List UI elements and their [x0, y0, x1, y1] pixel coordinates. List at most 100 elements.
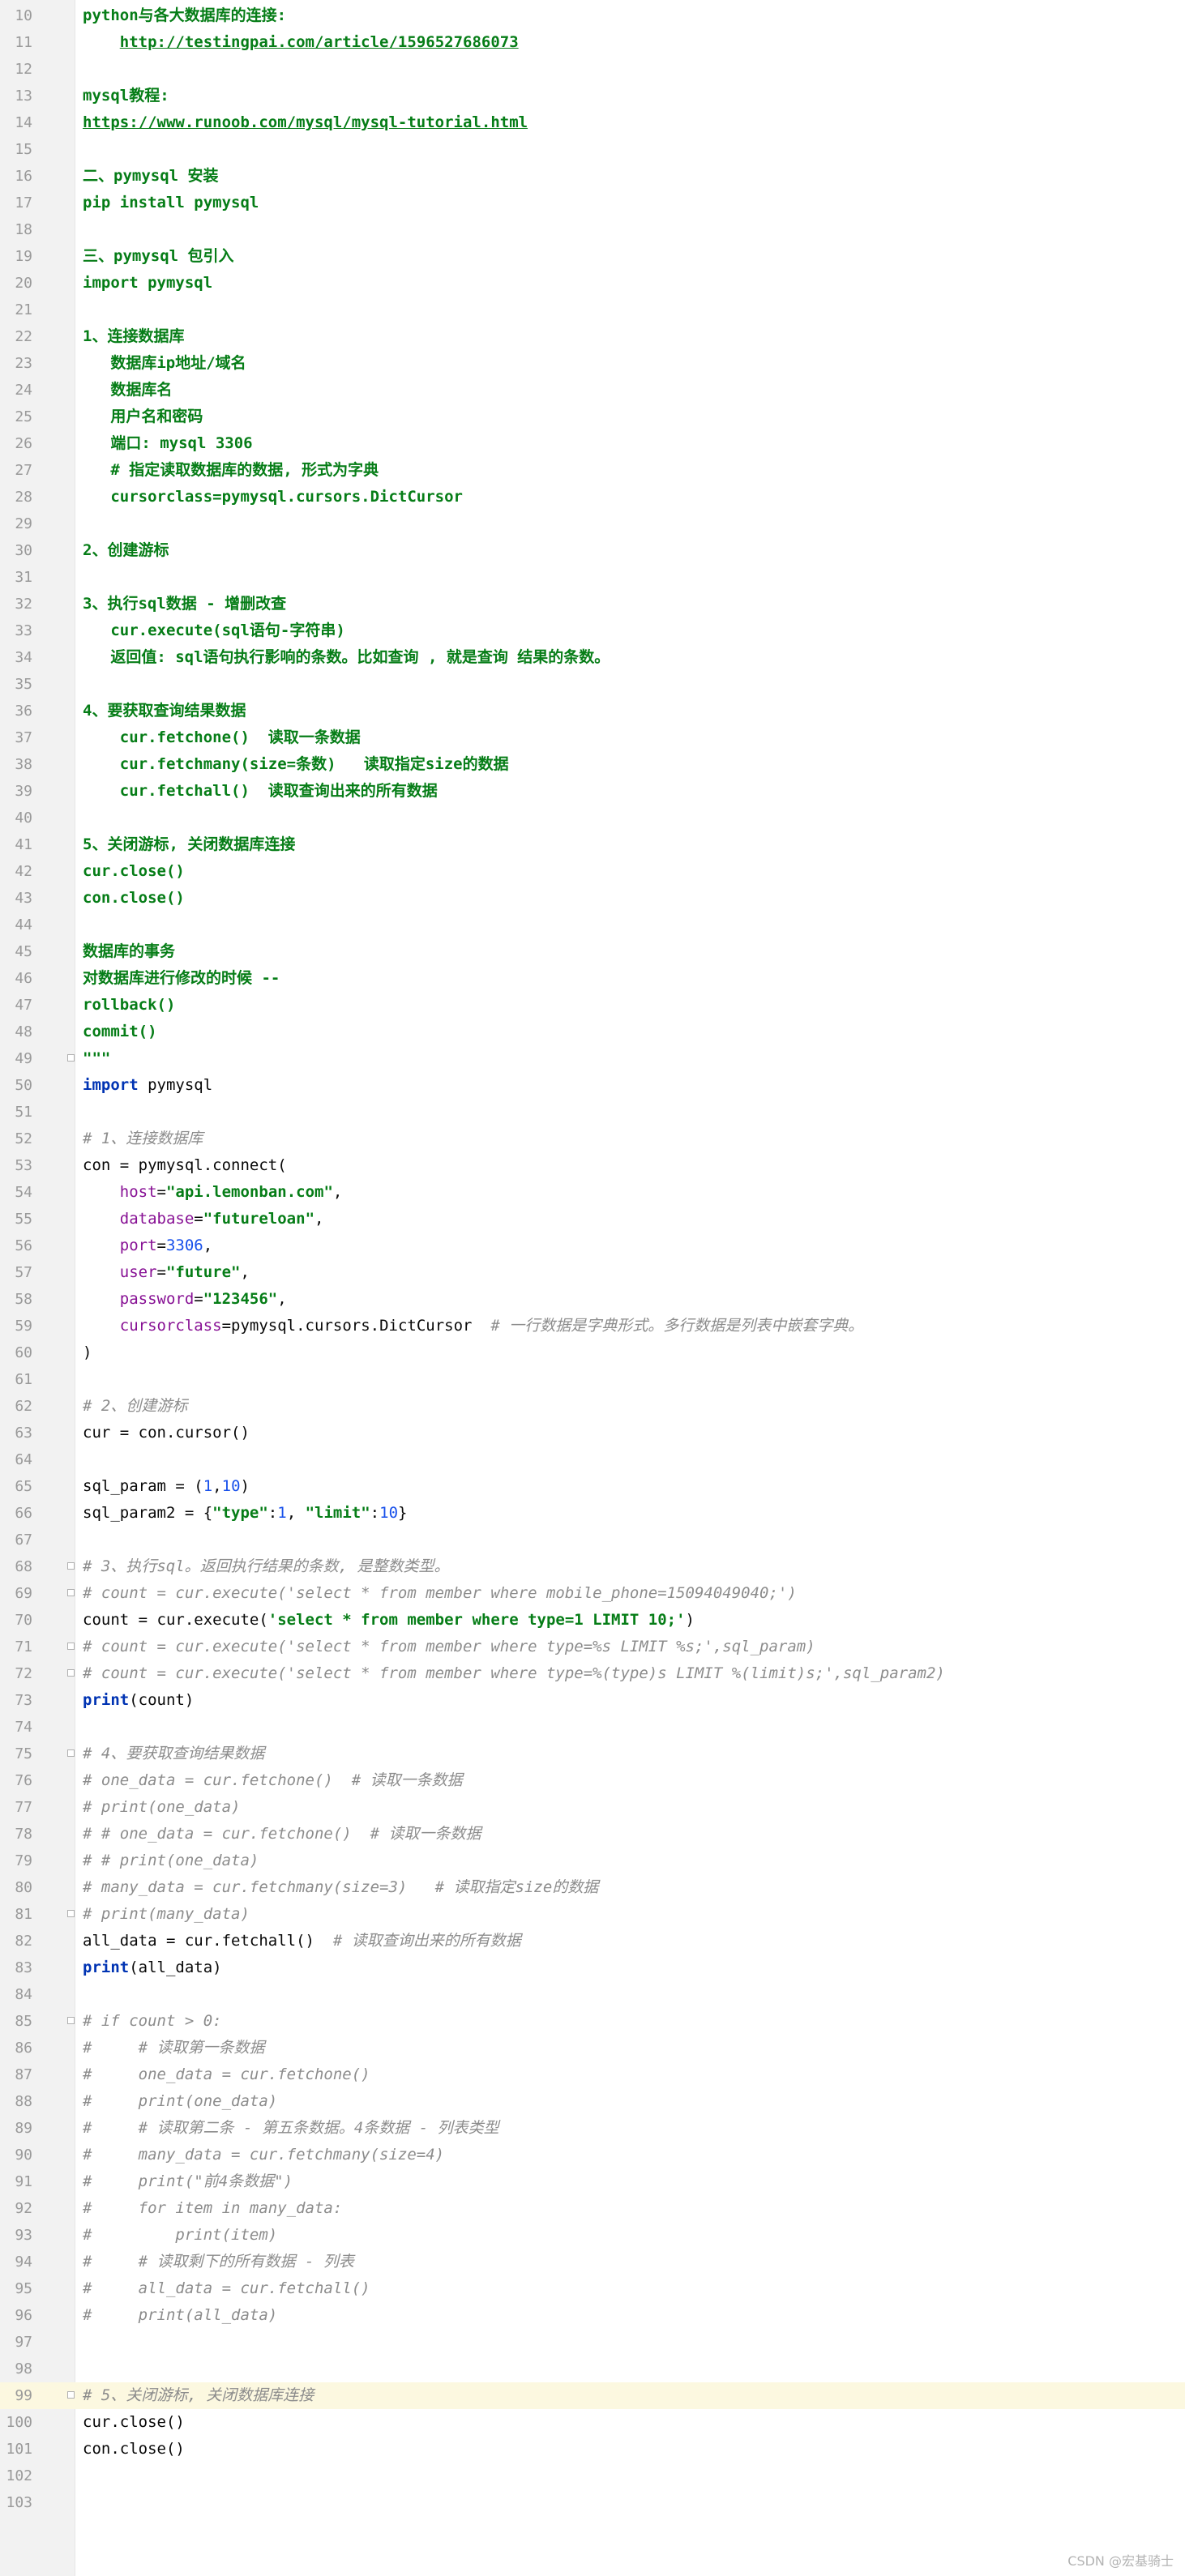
code-line[interactable]: 95 # all_data = cur.fetchall() [0, 2275, 1185, 2302]
code-line[interactable]: 98 [0, 2356, 1185, 2382]
code-line[interactable]: 80 # many_data = cur.fetchmany(size=3) # … [0, 1874, 1185, 1901]
code-text[interactable]: # count = cur.execute('select * from mem… [83, 1580, 797, 1607]
code-text[interactable]: # # 读取剩下的所有数据 - 列表 [83, 2249, 354, 2275]
code-line[interactable]: 90 # many_data = cur.fetchmany(size=4) [0, 2142, 1185, 2168]
code-line[interactable]: 94 # # 读取剩下的所有数据 - 列表 [0, 2249, 1185, 2275]
code-text[interactable]: cur = con.cursor() [83, 1420, 250, 1446]
code-line[interactable]: 99 # 5、关闭游标, 关闭数据库连接 [0, 2382, 1185, 2409]
code-line[interactable]: 37 cur.fetchone() 读取一条数据 [0, 724, 1185, 751]
code-text[interactable]: sql_param = (1,10) [83, 1473, 250, 1500]
code-line[interactable]: 62 # 2、创建游标 [0, 1393, 1185, 1420]
code-text[interactable]: # if count > 0: [83, 2008, 222, 2035]
code-text[interactable]: # # 读取第一条数据 [83, 2035, 265, 2061]
code-line[interactable]: 59 cursorclass=pymysql.cursors.DictCurso… [0, 1313, 1185, 1339]
code-line[interactable]: 36 4、要获取查询结果数据 [0, 698, 1185, 724]
code-text[interactable]: cursorclass=pymysql.cursors.DictCursor #… [83, 1313, 863, 1339]
code-line[interactable]: 33 cur.execute(sql语句-字符串) [0, 617, 1185, 644]
code-text[interactable]: 数据库ip地址/域名 [83, 350, 246, 377]
code-line[interactable]: 42 cur.close() [0, 858, 1185, 885]
code-text[interactable]: # # 读取第二条 - 第五条数据。4条数据 - 列表类型 [83, 2115, 499, 2142]
code-text[interactable]: # one_data = cur.fetchone() # 读取一条数据 [83, 1767, 463, 1794]
code-line[interactable]: 84 [0, 1981, 1185, 2008]
code-text[interactable]: cur.close() [83, 2409, 185, 2436]
code-line[interactable]: 27 # 指定读取数据库的数据, 形式为字典 [0, 457, 1185, 484]
code-line[interactable]: 40 [0, 805, 1185, 831]
code-line[interactable]: 13 mysql教程: [0, 83, 1185, 109]
code-text[interactable]: commit() [83, 1019, 157, 1045]
code-text[interactable]: port=3306, [83, 1232, 212, 1259]
code-line[interactable]: 19 三、pymysql 包引入 [0, 243, 1185, 270]
code-text[interactable]: # all_data = cur.fetchall() [83, 2275, 370, 2302]
code-text[interactable]: con.close() [83, 885, 185, 912]
code-line[interactable]: 61 [0, 1366, 1185, 1393]
code-text[interactable]: 5、关闭游标, 关闭数据库连接 [83, 831, 295, 858]
code-text[interactable]: 二、pymysql 安装 [83, 163, 219, 190]
code-line[interactable]: 52 # 1、连接数据库 [0, 1126, 1185, 1152]
code-text[interactable]: # print(item) [83, 2222, 277, 2249]
code-line[interactable]: 20 import pymysql [0, 270, 1185, 297]
code-line[interactable]: 38 cur.fetchmany(size=条数) 读取指定size的数据 [0, 751, 1185, 778]
code-text[interactable]: # 5、关闭游标, 关闭数据库连接 [83, 2382, 314, 2409]
code-line[interactable]: 72 # count = cur.execute('select * from m… [0, 1660, 1185, 1687]
code-text[interactable]: import pymysql [83, 1072, 212, 1099]
code-text[interactable]: sql_param2 = {"type":1, "limit":10} [83, 1500, 407, 1527]
code-text[interactable]: print(all_data) [83, 1954, 222, 1981]
code-line[interactable]: 81 # print(many_data) [0, 1901, 1185, 1928]
code-text[interactable]: # 3、执行sql。返回执行结果的条数, 是整数类型。 [83, 1553, 450, 1580]
code-text[interactable]: print(count) [83, 1687, 194, 1714]
code-line[interactable]: 28 cursorclass=pymysql.cursors.DictCurso… [0, 484, 1185, 511]
code-text[interactable]: host="api.lemonban.com", [83, 1179, 343, 1206]
code-text[interactable]: # 1、连接数据库 [83, 1126, 203, 1152]
code-line[interactable]: 24 数据库名 [0, 377, 1185, 404]
code-line[interactable]: 22 1、连接数据库 [0, 323, 1185, 350]
code-text[interactable]: user="future", [83, 1259, 250, 1286]
code-line[interactable]: 50 import pymysql [0, 1072, 1185, 1099]
code-line[interactable]: 11 http://testingpai.com/article/1596527… [0, 29, 1185, 56]
code-text[interactable]: # # one_data = cur.fetchone() # 读取一条数据 [83, 1821, 481, 1848]
code-text[interactable]: pip install pymysql [83, 190, 259, 216]
code-line[interactable]: 21 [0, 297, 1185, 323]
code-line[interactable]: 15 [0, 136, 1185, 163]
code-line[interactable]: 66 sql_param2 = {"type":1, "limit":10} [0, 1500, 1185, 1527]
code-line[interactable]: 77 # print(one_data) [0, 1794, 1185, 1821]
code-line[interactable]: 57 user="future", [0, 1259, 1185, 1286]
code-line[interactable]: 76 # one_data = cur.fetchone() # 读取一条数据 [0, 1767, 1185, 1794]
code-text[interactable]: all_data = cur.fetchall() # 读取查询出来的所有数据 [83, 1928, 521, 1954]
code-line[interactable]: 51 [0, 1099, 1185, 1126]
code-text[interactable]: password="123456", [83, 1286, 287, 1313]
code-line[interactable]: 58 password="123456", [0, 1286, 1185, 1313]
code-line[interactable]: 45 数据库的事务 [0, 938, 1185, 965]
code-line[interactable]: 101 con.close() [0, 2436, 1185, 2463]
code-line[interactable]: 55 database="futureloan", [0, 1206, 1185, 1232]
code-text[interactable]: # many_data = cur.fetchmany(size=3) # 读取… [83, 1874, 598, 1901]
code-line[interactable]: 35 [0, 671, 1185, 698]
code-line[interactable]: 67 [0, 1527, 1185, 1553]
fold-marker-icon[interactable] [67, 1749, 75, 1757]
code-line[interactable]: 88 # print(one_data) [0, 2088, 1185, 2115]
code-line[interactable]: 18 [0, 216, 1185, 243]
code-text[interactable]: con = pymysql.connect( [83, 1152, 287, 1179]
fold-marker-icon[interactable] [67, 2391, 75, 2399]
code-text[interactable]: https://www.runoob.com/mysql/mysql-tutor… [83, 109, 528, 136]
code-text[interactable]: cur.close() [83, 858, 185, 885]
fold-marker-icon[interactable] [67, 2017, 75, 2024]
code-text[interactable]: 数据库的事务 [83, 938, 175, 965]
code-line[interactable]: 12 [0, 56, 1185, 83]
code-line[interactable]: 86 # # 读取第一条数据 [0, 2035, 1185, 2061]
code-text[interactable]: cur.fetchone() 读取一条数据 [83, 724, 361, 751]
code-line[interactable]: 79 # # print(one_data) [0, 1848, 1185, 1874]
code-text[interactable]: 用户名和密码 [83, 404, 203, 430]
code-text[interactable]: database="futureloan", [83, 1206, 324, 1232]
code-line[interactable]: 97 [0, 2329, 1185, 2356]
code-line[interactable]: 75 # 4、要获取查询结果数据 [0, 1741, 1185, 1767]
fold-marker-icon[interactable] [67, 1054, 75, 1062]
code-line[interactable]: 46 对数据库进行修改的时候 -- [0, 965, 1185, 992]
code-line[interactable]: 41 5、关闭游标, 关闭数据库连接 [0, 831, 1185, 858]
code-line[interactable]: 30 2、创建游标 [0, 537, 1185, 564]
code-line[interactable]: 78 # # one_data = cur.fetchone() # 读取一条数据 [0, 1821, 1185, 1848]
code-text[interactable]: cursorclass=pymysql.cursors.DictCursor [83, 484, 463, 511]
code-line[interactable]: 56 port=3306, [0, 1232, 1185, 1259]
code-line[interactable]: 48 commit() [0, 1019, 1185, 1045]
code-text[interactable]: 1、连接数据库 [83, 323, 184, 350]
code-text[interactable]: # 4、要获取查询结果数据 [83, 1741, 264, 1767]
